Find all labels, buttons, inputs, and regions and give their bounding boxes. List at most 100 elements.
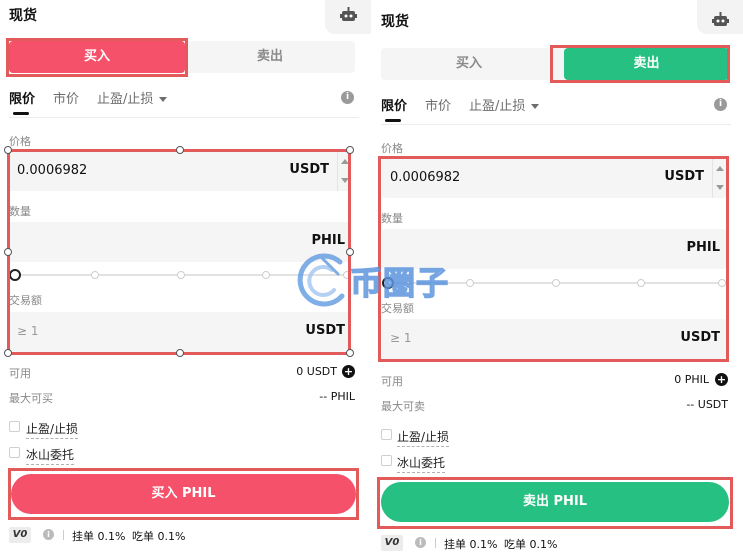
price-unit: USDT bbox=[664, 169, 704, 184]
watermark: 币圈子 bbox=[292, 250, 452, 310]
step-up-icon[interactable] bbox=[341, 159, 349, 164]
tpsl-checkbox[interactable] bbox=[9, 421, 20, 432]
total-unit: USDT bbox=[680, 330, 720, 345]
price-stepper[interactable] bbox=[712, 158, 726, 198]
fee-footer: V0 i 挂单 0.1% 吃单 0.1% bbox=[381, 535, 731, 551]
tab-limit[interactable]: 限价 bbox=[9, 88, 35, 107]
total-unit: USDT bbox=[305, 323, 345, 338]
price-input[interactable]: 0.0006982 USDT bbox=[382, 158, 726, 198]
tab-sell[interactable]: 卖出 bbox=[185, 41, 355, 73]
total-placeholder: ≥ 1 bbox=[17, 324, 39, 338]
active-tab-indicator bbox=[13, 112, 29, 115]
total-label: 交易额 bbox=[9, 294, 42, 307]
tpsl-checkbox-label[interactable]: 止盈/止损 bbox=[397, 428, 450, 447]
tab-tpsl-label: 止盈/止损 bbox=[469, 99, 526, 114]
tab-tpsl[interactable]: 止盈/止损 bbox=[469, 95, 540, 114]
iceberg-checkbox[interactable] bbox=[381, 455, 392, 466]
available-label: 可用 bbox=[9, 367, 31, 380]
fee-info-icon[interactable]: i bbox=[43, 529, 54, 540]
slider-mark-25[interactable] bbox=[91, 271, 99, 279]
max-value: -- USDT bbox=[686, 398, 728, 411]
watermark-text: 币圈子 bbox=[349, 263, 450, 302]
available-value: 0 USDT bbox=[296, 365, 337, 378]
side-toggle: 买入 卖出 bbox=[9, 41, 355, 73]
side-toggle: 买入 卖出 bbox=[381, 48, 729, 80]
max-label: 最大可买 bbox=[9, 392, 53, 405]
slider-mark-25[interactable] bbox=[466, 279, 474, 287]
plus-icon[interactable]: + bbox=[715, 373, 728, 386]
vip-badge: V0 bbox=[9, 527, 31, 543]
tab-buy[interactable]: 买入 bbox=[9, 41, 185, 73]
chevron-down-icon bbox=[531, 104, 540, 109]
divider bbox=[9, 117, 359, 118]
max-value: -- PHIL bbox=[319, 390, 355, 403]
tab-limit[interactable]: 限价 bbox=[381, 95, 407, 114]
slider-mark-50[interactable] bbox=[552, 279, 560, 287]
resize-handle[interactable] bbox=[346, 146, 354, 154]
price-value: 0.0006982 bbox=[390, 170, 461, 185]
total-input[interactable]: ≥ 1 USDT bbox=[382, 319, 726, 359]
watermark-logo bbox=[297, 253, 345, 307]
total-input[interactable]: ≥ 1 USDT bbox=[9, 312, 351, 352]
tab-market[interactable]: 市价 bbox=[53, 88, 79, 107]
resize-handle[interactable] bbox=[4, 349, 12, 357]
page-title: 现货 bbox=[9, 8, 37, 24]
tab-buy[interactable]: 买入 bbox=[381, 48, 557, 80]
resize-handle[interactable] bbox=[4, 146, 12, 154]
vip-badge: V0 bbox=[381, 535, 403, 551]
total-placeholder: ≥ 1 bbox=[390, 331, 412, 345]
order-type-tabs: 限价 市价 止盈/止损 i bbox=[9, 88, 359, 114]
price-value: 0.0006982 bbox=[17, 163, 88, 178]
info-icon[interactable]: i bbox=[341, 91, 354, 104]
price-unit: USDT bbox=[289, 162, 329, 177]
chevron-down-icon bbox=[159, 97, 168, 102]
tpsl-checkbox-label[interactable]: 止盈/止损 bbox=[26, 420, 79, 439]
step-up-icon[interactable] bbox=[716, 166, 724, 171]
price-label: 价格 bbox=[381, 142, 403, 155]
order-type-tabs: 限价 市价 止盈/止损 i bbox=[381, 95, 731, 121]
resize-handle[interactable] bbox=[176, 349, 184, 357]
buy-button[interactable]: 买入 PHIL bbox=[11, 474, 356, 514]
taker-fee: 吃单 0.1% bbox=[132, 530, 186, 543]
fee-info-icon[interactable]: i bbox=[415, 537, 426, 548]
sell-button[interactable]: 卖出 PHIL bbox=[381, 482, 729, 522]
max-label: 最大可卖 bbox=[381, 400, 425, 413]
page-title: 现货 bbox=[381, 14, 409, 30]
fee-footer: V0 i 挂单 0.1% 吃单 0.1% bbox=[9, 527, 359, 543]
slider-mark-50[interactable] bbox=[177, 271, 185, 279]
available-label: 可用 bbox=[381, 375, 403, 388]
info-icon[interactable]: i bbox=[714, 98, 727, 111]
robot-icon bbox=[340, 7, 357, 21]
robot-icon bbox=[712, 12, 729, 26]
maker-fee: 挂单 0.1% bbox=[444, 538, 498, 551]
tab-tpsl-label: 止盈/止损 bbox=[97, 92, 154, 107]
slider-mark-75[interactable] bbox=[637, 279, 645, 287]
tab-sell[interactable]: 卖出 bbox=[564, 48, 729, 80]
iceberg-checkbox[interactable] bbox=[9, 447, 20, 458]
slider-mark-75[interactable] bbox=[262, 271, 270, 279]
iceberg-checkbox-label[interactable]: 冰山委托 bbox=[26, 446, 75, 465]
resize-handle[interactable] bbox=[4, 248, 12, 256]
iceberg-checkbox-label[interactable]: 冰山委托 bbox=[397, 454, 446, 473]
slider-mark-100[interactable] bbox=[718, 279, 726, 287]
amount-label: 数量 bbox=[9, 205, 31, 218]
step-down-icon[interactable] bbox=[716, 185, 724, 190]
plus-icon[interactable]: + bbox=[342, 365, 355, 378]
tab-tpsl[interactable]: 止盈/止损 bbox=[97, 88, 168, 107]
tab-market[interactable]: 市价 bbox=[425, 95, 451, 114]
resize-handle[interactable] bbox=[176, 146, 184, 154]
divider bbox=[435, 538, 436, 548]
active-tab-indicator bbox=[385, 119, 401, 122]
available-value: 0 PHIL bbox=[674, 373, 709, 386]
tpsl-checkbox[interactable] bbox=[381, 429, 392, 440]
bot-button[interactable] bbox=[697, 0, 743, 34]
resize-handle[interactable] bbox=[346, 349, 354, 357]
slider-thumb[interactable] bbox=[9, 269, 21, 281]
taker-fee: 吃单 0.1% bbox=[504, 538, 558, 551]
amount-unit: PHIL bbox=[686, 240, 720, 255]
divider bbox=[63, 530, 64, 540]
step-down-icon[interactable] bbox=[341, 178, 349, 183]
price-input[interactable]: 0.0006982 USDT bbox=[9, 151, 351, 191]
bot-button[interactable] bbox=[325, 0, 371, 34]
price-stepper[interactable] bbox=[337, 151, 351, 191]
